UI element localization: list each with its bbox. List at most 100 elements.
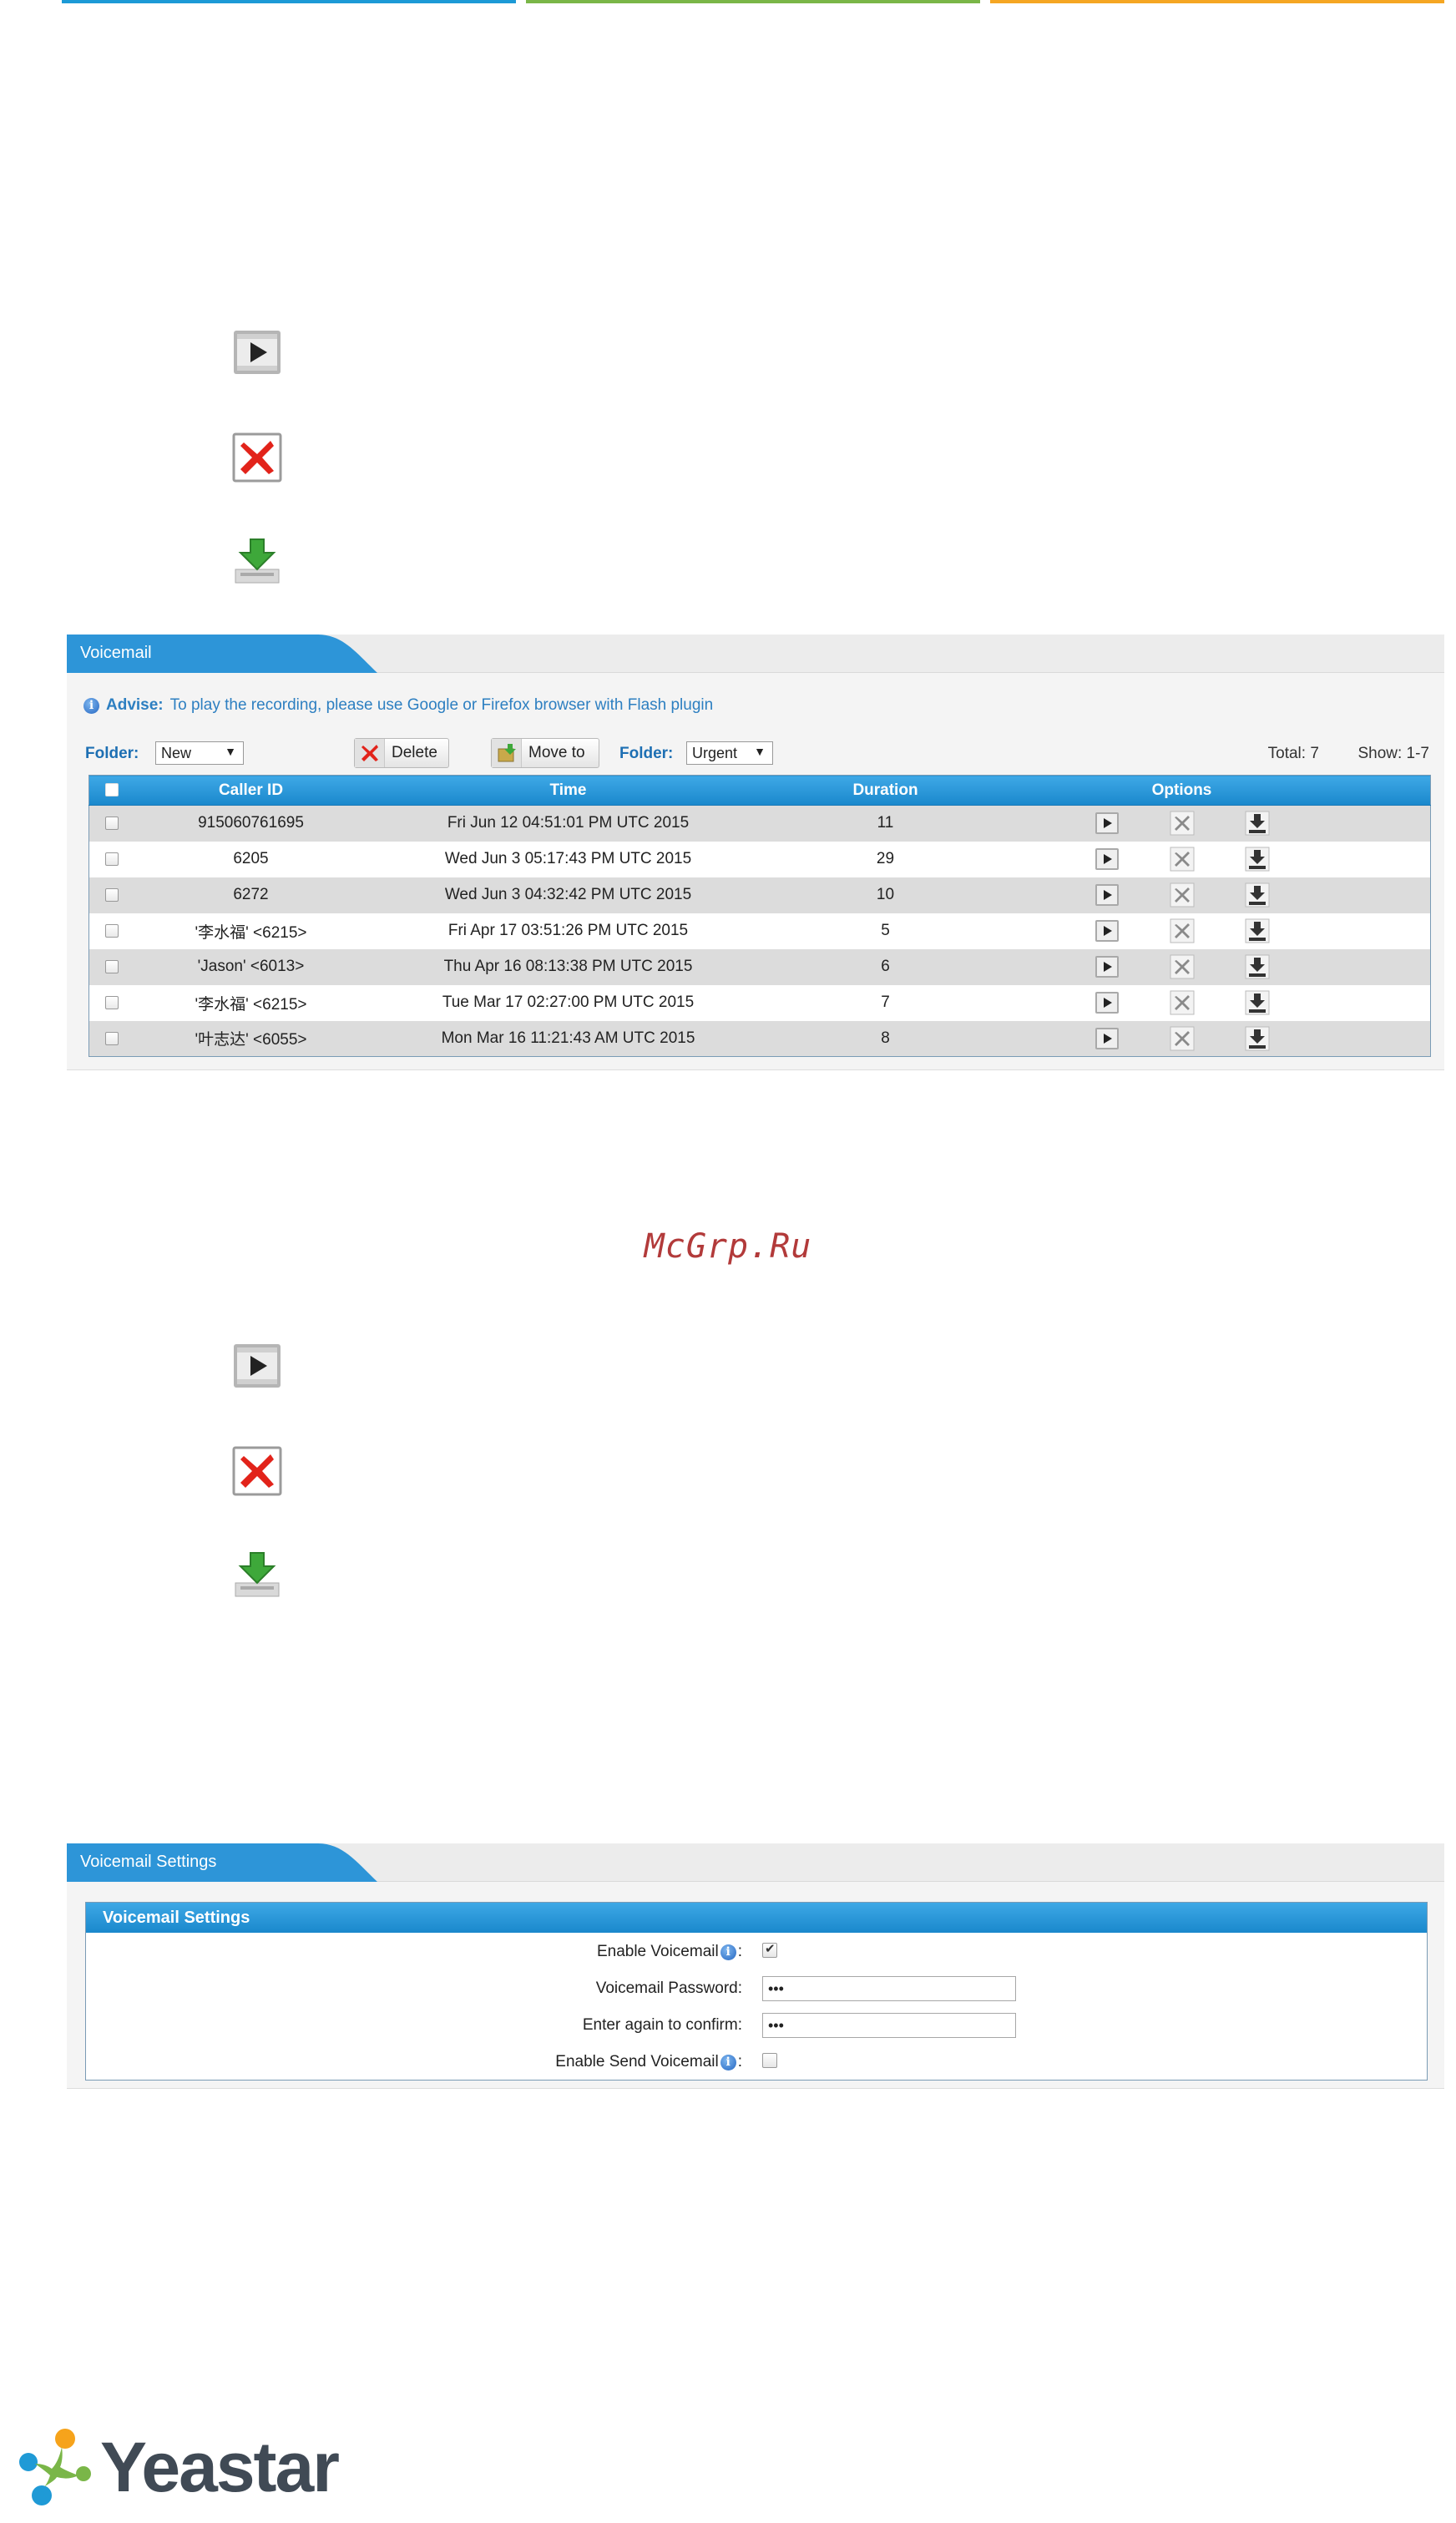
delete-icon — [355, 739, 385, 767]
voicemail-panel: Voicemail i Advise: To play the recordin… — [67, 635, 1444, 1070]
enable-send-voicemail-checkbox[interactable] — [762, 2053, 777, 2068]
delete-icon[interactable] — [1170, 990, 1195, 1015]
voicemail-tab[interactable]: Voicemail — [67, 635, 392, 673]
settings-box-title: Voicemail Settings — [86, 1903, 1427, 1933]
voicemail-password-label: Voicemail Password: — [595, 1979, 742, 1997]
play-icon[interactable] — [1095, 847, 1120, 872]
delete-icon[interactable] — [1170, 954, 1195, 979]
time-cell: Mon Mar 16 11:21:43 AM UTC 2015 — [367, 1020, 769, 1057]
advise-label: Advise: — [106, 696, 164, 714]
top-bar-green — [526, 0, 980, 3]
time-cell: Fri Jun 12 04:51:01 PM UTC 2015 — [367, 805, 769, 842]
yeastar-logo-text: Yeastar — [100, 2427, 340, 2506]
delete-icon[interactable] — [1170, 847, 1195, 872]
row-checkbox[interactable] — [104, 995, 119, 1009]
move-folder-select[interactable]: Urgent ▼ — [686, 741, 773, 765]
confirm-password-label: Enter again to confirm: — [582, 2016, 742, 2034]
row-select-cell — [88, 984, 134, 1021]
caller-id-cell: 'Jason' <6013> — [134, 948, 368, 985]
info-icon[interactable]: i — [720, 2054, 736, 2070]
confirm-password-input[interactable] — [762, 2013, 1016, 2038]
table-row[interactable]: '叶志达' <6055> Mon Mar 16 11:21:43 AM UTC 2… — [88, 1020, 1431, 1057]
duration-cell: 11 — [768, 805, 1003, 842]
play-icon[interactable] — [1095, 811, 1120, 836]
play-icon[interactable] — [1095, 990, 1120, 1015]
delete-icon — [232, 432, 282, 483]
options-header: Options — [1002, 775, 1362, 806]
enable-voicemail-checkbox[interactable] — [762, 1941, 777, 1958]
row-checkbox[interactable] — [104, 1031, 119, 1045]
download-icon[interactable] — [1245, 811, 1270, 836]
spacer-cell — [1361, 948, 1431, 985]
voicemail-panel-header: Voicemail — [67, 635, 1444, 673]
download-icon[interactable] — [1245, 847, 1270, 872]
table-row[interactable]: '李水福' <6215> Tue Mar 17 02:27:00 PM UTC 2… — [88, 984, 1431, 1021]
enable-voicemail-label: Enable Voicemail i : — [597, 1943, 742, 1961]
top-bar-orange — [990, 0, 1444, 3]
delete-button-label: Delete — [392, 744, 437, 761]
row-checkbox[interactable] — [104, 852, 119, 866]
delete-button[interactable]: Delete — [354, 738, 449, 768]
row-select-cell — [88, 841, 134, 877]
table-row[interactable]: '李水福' <6215> Fri Apr 17 03:51:26 PM UTC 2… — [88, 913, 1431, 949]
voicemail-tab-label: Voicemail — [80, 644, 152, 662]
duration-cell: 7 — [768, 984, 1003, 1021]
delete-icon[interactable] — [1170, 1026, 1195, 1051]
voicemail-password-row: Voicemail Password: — [86, 1969, 1427, 2006]
voicemail-password-control — [762, 1976, 1016, 2001]
time-cell: Fri Apr 17 03:51:26 PM UTC 2015 — [367, 913, 769, 949]
download-icon[interactable] — [1245, 1026, 1270, 1051]
folder-select[interactable]: New ▼ — [155, 741, 244, 765]
spacer-cell — [1361, 841, 1431, 877]
table-row[interactable]: 6205 Wed Jun 3 05:17:43 PM UTC 2015 29 — [88, 841, 1431, 877]
top-bar-blue — [62, 0, 516, 3]
row-checkbox[interactable] — [104, 959, 119, 973]
enable-voicemail-control — [762, 1939, 777, 1963]
table-row[interactable]: 'Jason' <6013> Thu Apr 16 08:13:38 PM UTC… — [88, 948, 1431, 985]
info-icon[interactable]: i — [720, 1944, 736, 1960]
move-to-button[interactable]: Move to — [491, 738, 599, 768]
duration-cell: 29 — [768, 841, 1003, 877]
play-icon[interactable] — [1095, 954, 1120, 979]
row-select-cell — [88, 877, 134, 913]
voicemail-password-input[interactable] — [762, 1976, 1016, 2001]
caller-id-cell: 6272 — [134, 877, 368, 913]
caller-id-header[interactable]: Caller ID — [134, 775, 368, 806]
play-icon[interactable] — [1095, 918, 1120, 943]
caller-id-cell: 915060761695 — [134, 805, 368, 842]
voicemail-settings-tab-label: Voicemail Settings — [80, 1853, 217, 1871]
options-cell — [1002, 948, 1362, 985]
time-header[interactable]: Time — [367, 775, 769, 806]
time-cell: Thu Apr 16 08:13:38 PM UTC 2015 — [367, 948, 769, 985]
download-icon[interactable] — [1245, 954, 1270, 979]
duration-cell: 10 — [768, 877, 1003, 913]
delete-icon[interactable] — [1170, 918, 1195, 943]
download-icon[interactable] — [1245, 882, 1270, 908]
row-checkbox[interactable] — [104, 923, 119, 938]
play-icon[interactable] — [1095, 882, 1120, 908]
table-row[interactable]: 6272 Wed Jun 3 04:32:42 PM UTC 2015 10 — [88, 877, 1431, 913]
move-folder-label: Folder: — [619, 745, 674, 762]
delete-icon[interactable] — [1170, 811, 1195, 836]
play-icon[interactable] — [1095, 1026, 1120, 1051]
table-header-row: Caller ID Time Duration Options — [88, 775, 1431, 806]
row-checkbox[interactable] — [104, 817, 119, 831]
row-checkbox[interactable] — [104, 887, 119, 902]
table-row[interactable]: 915060761695 Fri Jun 12 04:51:01 PM UTC 2… — [88, 805, 1431, 842]
download-icon[interactable] — [1245, 990, 1270, 1015]
select-all-checkbox[interactable] — [104, 783, 119, 797]
watermark: McGrp.Ru — [644, 1227, 812, 1266]
voicemail-settings-tab[interactable]: Voicemail Settings — [67, 1843, 392, 1882]
move-to-button-label: Move to — [528, 744, 585, 761]
download-icon — [232, 1550, 282, 1600]
options-cell — [1002, 1020, 1362, 1057]
info-icon: i — [83, 697, 99, 714]
row-select-cell — [88, 1020, 134, 1057]
spacer-cell — [1361, 1020, 1431, 1057]
download-icon[interactable] — [1245, 918, 1270, 943]
duration-header[interactable]: Duration — [768, 775, 1003, 806]
caller-id-cell: 6205 — [134, 841, 368, 877]
label-colon: : — [737, 1943, 742, 1960]
folder-select-value: New — [161, 745, 192, 761]
delete-icon[interactable] — [1170, 882, 1195, 908]
